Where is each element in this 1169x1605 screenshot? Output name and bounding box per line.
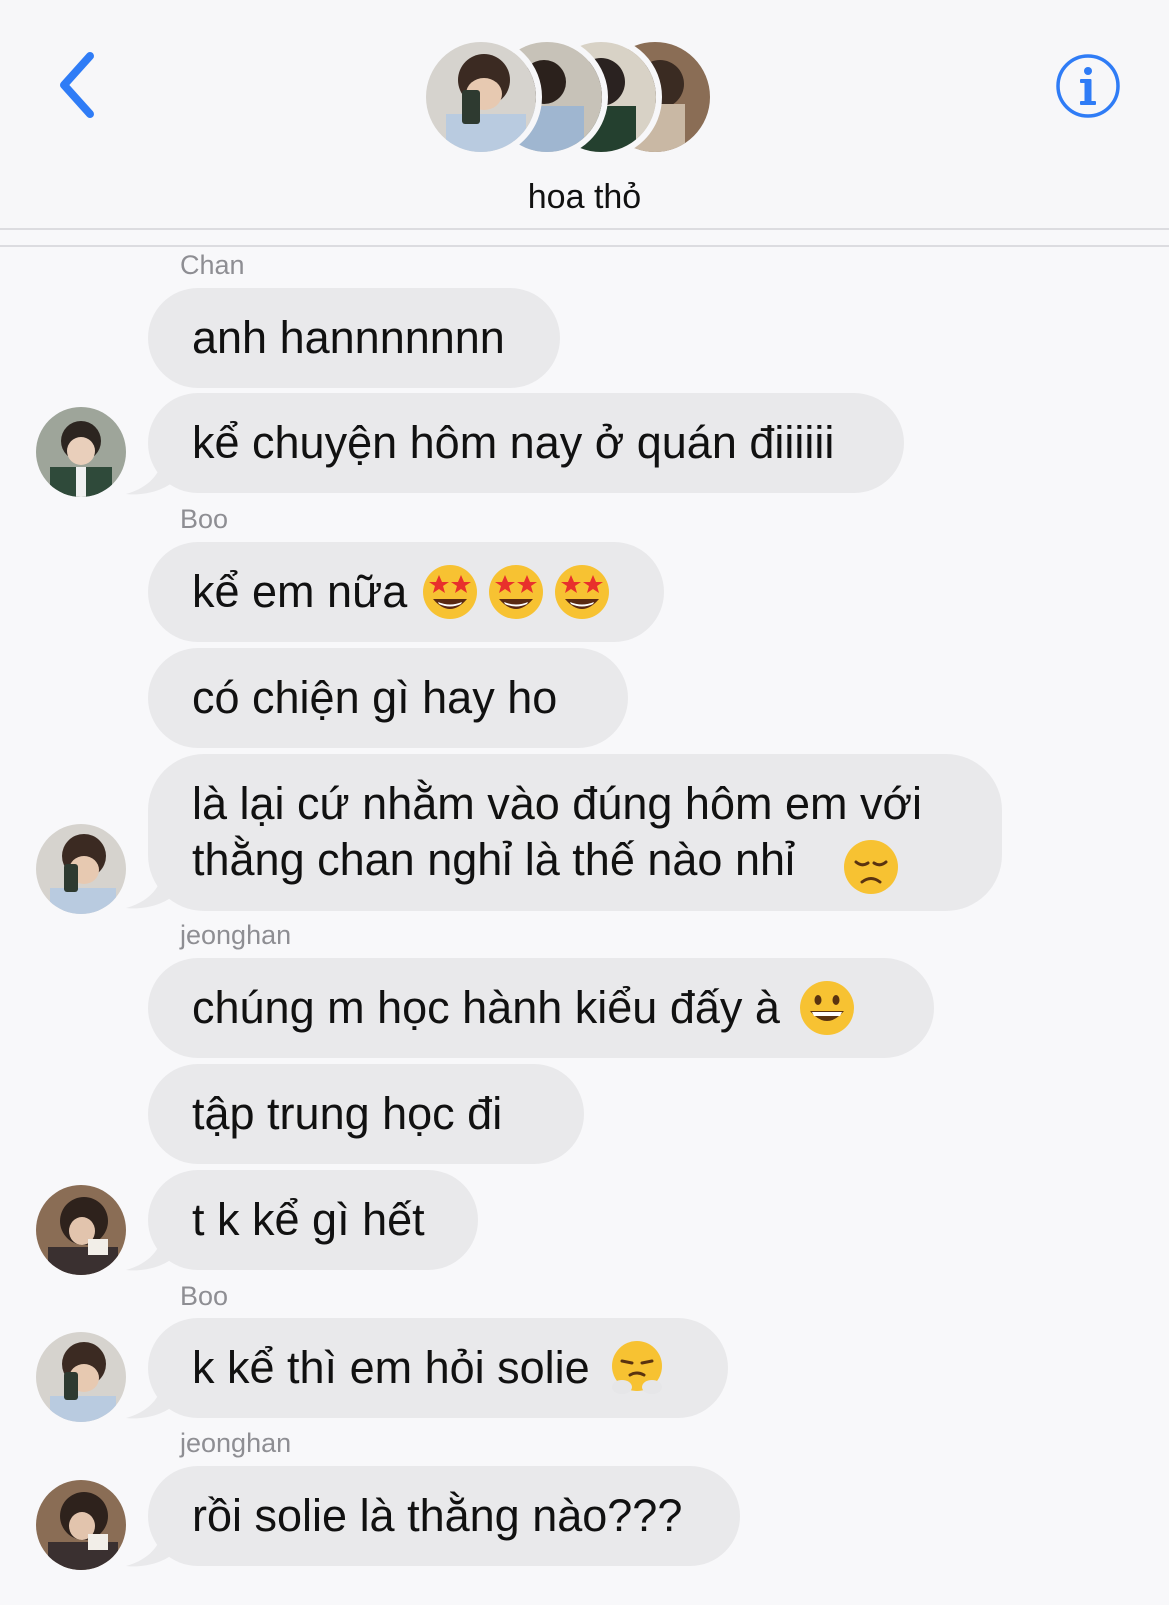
sender-name: Chan bbox=[180, 250, 245, 280]
message-bubble[interactable]: rồi solie là thằng nào??? bbox=[148, 1466, 740, 1566]
message-text: là lại cứ nhằm vào đúng hôm em với thằng… bbox=[192, 778, 922, 885]
sender-name: jeonghan bbox=[180, 1428, 292, 1458]
message-bubble[interactable]: kể em nữa bbox=[148, 542, 664, 642]
message-bubble[interactable]: kể chuyện hôm nay ở quán điiiiii bbox=[148, 393, 904, 493]
star-struck-emoji bbox=[423, 565, 478, 619]
message-text: có chiện gì hay ho bbox=[192, 672, 558, 723]
bubble-tail bbox=[126, 1228, 176, 1271]
message-text: kể chuyện hôm nay ở quán điiiiii bbox=[192, 417, 835, 468]
bubble-tail bbox=[126, 1524, 176, 1567]
avatar[interactable] bbox=[36, 1185, 126, 1275]
avatar[interactable] bbox=[36, 1332, 126, 1422]
message-text: rồi solie là thằng nào??? bbox=[192, 1490, 683, 1541]
star-struck-emoji bbox=[489, 565, 544, 619]
message-bubble[interactable]: có chiện gì hay ho bbox=[148, 648, 628, 748]
avatar[interactable] bbox=[36, 407, 126, 497]
message-thread[interactable]: Chan anh hannnnnnn kể chuyện hôm nay ở q… bbox=[0, 0, 1169, 1605]
message-bubble[interactable]: là lại cứ nhằm vào đúng hôm em với thằng… bbox=[148, 754, 1002, 911]
message-bubble[interactable]: chúng m học hành kiểu đấy à bbox=[148, 958, 934, 1058]
sender-name: Boo bbox=[180, 1281, 229, 1311]
sender-name: jeonghan bbox=[180, 920, 292, 950]
sender-name: Boo bbox=[180, 504, 229, 534]
message-text: anh hannnnnnn bbox=[192, 312, 505, 363]
message-bubble[interactable]: k kể thì em hỏi solie bbox=[148, 1318, 728, 1418]
avatar[interactable] bbox=[36, 824, 126, 914]
bubble-tail bbox=[126, 452, 176, 495]
avatar[interactable] bbox=[36, 1480, 126, 1570]
disappointed-face-emoji bbox=[844, 840, 898, 894]
grinning-face-emoji bbox=[799, 981, 854, 1035]
message-text: k kể thì em hỏi solie bbox=[192, 1342, 590, 1393]
message-bubble[interactable]: t k kể gì hết bbox=[148, 1170, 478, 1270]
emoji-group bbox=[421, 563, 619, 621]
message-bubble[interactable]: anh hannnnnnn bbox=[148, 288, 560, 388]
face-with-steam-emoji bbox=[611, 1341, 662, 1394]
bubble-tail bbox=[126, 866, 176, 909]
message-text: chúng m học hành kiểu đấy à bbox=[192, 982, 780, 1033]
message-text: kể em nữa bbox=[192, 566, 408, 617]
message-text: t k kể gì hết bbox=[192, 1194, 425, 1245]
star-struck-emoji bbox=[555, 565, 610, 619]
message-text: tập trung học đi bbox=[192, 1088, 503, 1139]
message-bubble[interactable]: tập trung học đi bbox=[148, 1064, 584, 1164]
bubble-tail bbox=[126, 1376, 176, 1419]
